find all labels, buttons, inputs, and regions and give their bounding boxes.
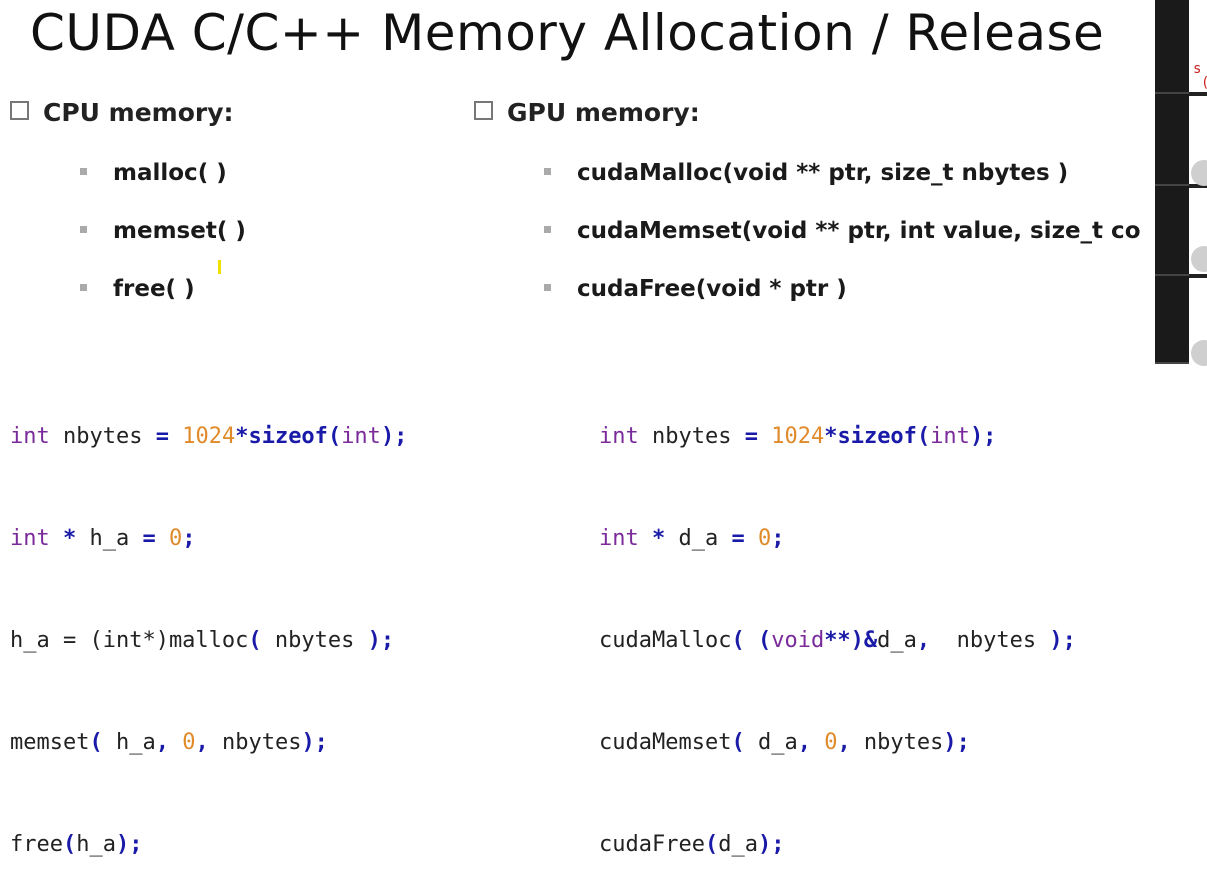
code-token: 0	[757, 526, 772, 551]
code-token: );	[301, 730, 328, 755]
code-token: (	[731, 730, 745, 755]
thumbnail-shape-icon	[1191, 340, 1207, 366]
code-token: *	[63, 526, 77, 551]
gpu-heading: GPU memory:	[507, 98, 700, 127]
code-line: int nbytes = 1024*sizeof(int);	[599, 424, 997, 449]
code-token: int	[10, 526, 50, 551]
cpu-item-label: malloc( )	[113, 160, 227, 186]
code-token: 1024	[182, 424, 236, 449]
code-token: *	[824, 424, 838, 449]
square-bullet-icon	[80, 226, 87, 233]
code-token: int	[10, 424, 50, 449]
code-token: 1024	[771, 424, 825, 449]
code-line: int * h_a = 0;	[10, 526, 196, 551]
code-token: );	[757, 832, 785, 857]
code-token: );	[380, 424, 408, 449]
code-token: int	[930, 424, 970, 449]
code-line: cudaFree(d_a);	[599, 832, 785, 857]
code-line: int nbytes = 1024*sizeof(int);	[10, 424, 408, 449]
code-line: cudaMemset( d_a, 0, nbytes);	[599, 730, 970, 755]
gpu-section-heading: GPU memory:	[474, 98, 700, 127]
gpu-item-cudamalloc: cudaMalloc(void ** ptr, size_t nbytes )	[544, 160, 1068, 186]
cpu-item-label: free( )	[113, 276, 195, 302]
square-bullet-icon	[544, 168, 551, 175]
checkbox-bullet-icon	[474, 101, 493, 120]
code-line: memset( h_a, 0, nbytes);	[10, 730, 328, 755]
gpu-item-label: cudaFree(void * ptr )	[577, 276, 847, 302]
code-token: =	[731, 526, 745, 551]
cpu-item-memset: memset( )	[80, 218, 246, 244]
code-token: );	[367, 628, 395, 653]
gpu-item-label: cudaMalloc(void ** ptr, size_t nbytes )	[577, 160, 1069, 186]
code-token: sizeof	[248, 424, 328, 449]
code-token: 0	[168, 526, 183, 551]
code-line: cudaMalloc( (void**)&d_a, nbytes );	[599, 628, 1076, 653]
cpu-item-free: free( )	[80, 276, 195, 302]
code-token: int	[599, 526, 639, 551]
code-token: int	[341, 424, 381, 449]
code-token: ,	[195, 730, 209, 755]
code-token: ,	[155, 730, 169, 755]
code-token: );	[943, 730, 970, 755]
code-token: (	[757, 628, 772, 653]
code-token: *	[235, 424, 249, 449]
checkbox-bullet-icon	[10, 101, 29, 120]
code-token: ,	[797, 730, 811, 755]
slide-title: CUDA C/C++ Memory Allocation / Release	[30, 4, 1105, 62]
gpu-code-block: int nbytes = 1024*sizeof(int); int * d_a…	[599, 352, 1076, 896]
code-token: ,	[837, 730, 851, 755]
thumbnail-text-line: (	[1193, 76, 1207, 90]
thumbnail-cell[interactable]	[1155, 276, 1189, 364]
code-token: =	[142, 526, 156, 551]
code-token: =	[744, 424, 758, 449]
thumbnail-text-line: s	[1193, 61, 1202, 77]
code-token: sizeof	[837, 424, 917, 449]
code-token: (	[327, 424, 342, 449]
code-token: (	[731, 628, 745, 653]
code-token: *	[652, 526, 666, 551]
code-token: );	[1049, 628, 1076, 653]
code-token: (	[704, 832, 719, 857]
square-bullet-icon	[544, 284, 551, 291]
gpu-item-cudafree: cudaFree(void * ptr )	[544, 276, 847, 302]
thumbnail-cell[interactable]	[1155, 94, 1189, 186]
code-token: );	[115, 832, 143, 857]
code-token: =	[155, 424, 169, 449]
code-token: (	[89, 730, 103, 755]
code-token: int	[599, 424, 639, 449]
cpu-heading: CPU memory:	[43, 98, 234, 127]
thumbnail-cell[interactable]	[1155, 0, 1189, 94]
code-token: (	[62, 832, 77, 857]
square-bullet-icon	[80, 284, 87, 291]
code-token: 0	[182, 730, 196, 755]
code-line: h_a = (int*)malloc( nbytes );	[10, 628, 395, 653]
code-token: void	[771, 628, 825, 653]
code-token: ;	[182, 526, 196, 551]
code-token: (	[248, 628, 262, 653]
code-token: **)&	[824, 628, 878, 653]
code-line: free(h_a);	[10, 832, 143, 857]
code-token: ,	[916, 628, 931, 653]
cpu-item-malloc: malloc( )	[80, 160, 227, 186]
thumbnail-cell[interactable]	[1155, 186, 1189, 276]
code-token: 0	[824, 730, 838, 755]
square-bullet-icon	[80, 168, 87, 175]
thumbnail-text: s (	[1193, 62, 1207, 90]
code-token: (	[916, 424, 931, 449]
text-cursor	[218, 260, 221, 274]
code-token: );	[969, 424, 997, 449]
cpu-item-label: memset( )	[113, 218, 246, 244]
code-token: ;	[771, 526, 785, 551]
cpu-section-heading: CPU memory:	[10, 98, 234, 127]
square-bullet-icon	[544, 226, 551, 233]
gpu-item-cudamemset: cudaMemset(void ** ptr, int value, size_…	[544, 218, 1141, 244]
cpu-code-block: int nbytes = 1024*sizeof(int); int * h_a…	[10, 352, 407, 896]
code-line: int * d_a = 0;	[599, 526, 785, 551]
thumbnail-strip	[1155, 0, 1207, 366]
gpu-item-label: cudaMemset(void ** ptr, int value, size_…	[577, 218, 1141, 244]
